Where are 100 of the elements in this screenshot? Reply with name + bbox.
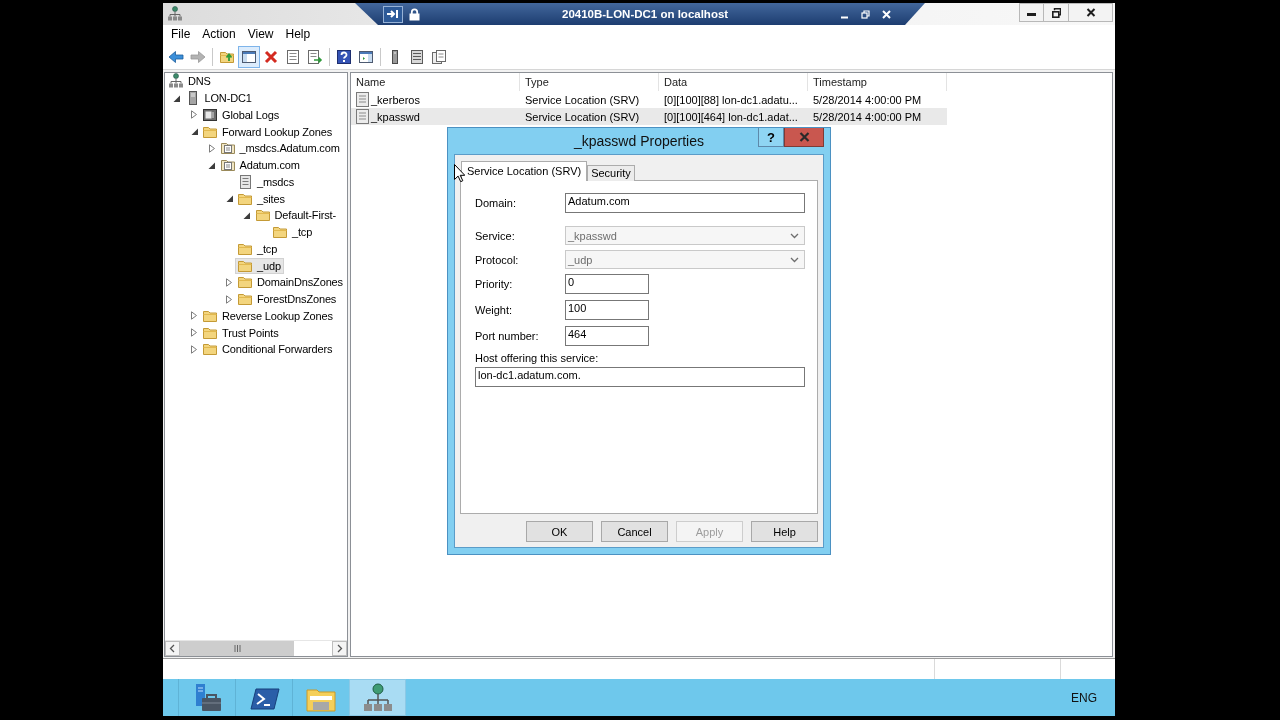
tree-item[interactable]: DomainDnsZones [235,274,346,291]
field-label: Protocol: [475,253,520,266]
caret-down-icon[interactable] [225,195,233,203]
minimize-button[interactable] [1019,3,1044,22]
tree-item[interactable]: _msdcs [235,173,297,190]
menu-item[interactable]: File [165,26,197,43]
table-cell-text: 5/28/2014 4:00:00 PM [812,92,923,108]
document-icon[interactable] [285,48,301,65]
folder-icon [272,224,288,241]
tree-item[interactable]: Reverse Lookup Zones [200,307,336,324]
table-cell: _kpasswd [371,110,420,123]
tree-item[interactable]: DNS [166,73,214,90]
tree-item[interactable]: Trust Points [200,324,282,341]
list-row[interactable]: _kerberos Service Location (SRV) [0][100][88] lon-dc1.adatu... 5/28/2014 4:00:00 PM [351,91,947,108]
caret-down-icon[interactable] [173,94,180,102]
back-arrow-icon[interactable] [168,48,184,65]
folder-icon [237,291,253,308]
restore-button[interactable] [1044,3,1069,22]
menu-item[interactable]: View [241,26,280,43]
text-field[interactable]: 0 [565,274,649,294]
document-icon [356,109,369,124]
column-header[interactable]: Type [520,73,659,91]
tab[interactable]: Service Location (SRV) [461,161,588,181]
list-row[interactable]: _kpasswd Service Location (SRV) [0][100][464] lon-dc1.adat... 5/28/2014 4:00:00 PM [351,108,947,125]
text-field[interactable]: 100 [565,300,649,320]
table-cell: _kerberos [371,93,420,106]
grip-icon [233,645,241,652]
window-right-pane-icon[interactable] [358,48,374,65]
table-cell-text: [0][100][88] lon-dc1.adatu... [663,92,799,108]
dialog-button[interactable]: Help [751,521,818,542]
network-tree-icon [167,6,183,22]
column-header[interactable]: Data [659,73,808,91]
dialog-button[interactable]: OK [526,521,593,542]
chevron-right-icon[interactable] [332,641,347,656]
column-header[interactable]: Name [351,73,520,91]
caret-right-icon[interactable] [191,344,197,354]
tree-item[interactable]: _udp [235,257,284,274]
text-field[interactable]: Adatum.com [565,193,805,213]
tree-item[interactable]: _sites [235,190,288,207]
column-header[interactable]: Timestamp [808,73,947,91]
caret-right-icon[interactable] [191,328,197,338]
table-cell-text: Service Location (SRV) [524,109,641,125]
window-left-pane-icon[interactable] [238,45,260,68]
field-label: Port number: [475,330,540,342]
caret-down-icon[interactable] [190,128,198,136]
caret-right-icon[interactable] [226,294,232,304]
dialog-title: _kpasswd Properties [574,133,704,149]
chevron-down-icon [790,232,799,239]
tree-item[interactable]: Global Logs [200,106,283,123]
chevron-down-icon [790,256,799,263]
caret-right-icon[interactable] [191,311,197,321]
dialog-button[interactable]: Cancel [601,521,668,542]
document-list-icon[interactable] [409,48,425,65]
caret-right-icon[interactable] [191,110,197,120]
tree-item[interactable]: Default-First- [252,207,339,224]
field-label: Priority: [475,278,514,290]
text-field[interactable]: 464 [565,326,649,346]
tree-item[interactable]: ForestDnsZones [235,291,340,308]
taskbar-button[interactable] [349,679,406,716]
help-button[interactable]: ? [758,128,784,147]
caret-down-icon[interactable] [208,161,215,169]
caret-right-icon[interactable] [226,277,232,287]
close-icon [1085,8,1096,17]
menu-item[interactable]: Action [196,26,242,43]
language-indicator[interactable]: ENG [1071,690,1097,705]
table-cell-text: [0][100][464] lon-dc1.adat... [663,109,799,125]
field-label: Service: [475,229,516,242]
field-label: Weight: [475,304,514,316]
close-button[interactable] [1069,3,1113,22]
restore-icon [1051,7,1061,18]
tree-item[interactable]: _msdcs.Adatum.com [217,140,343,157]
documents-icon[interactable] [431,48,447,65]
tree-item[interactable]: Adatum.com [217,157,303,174]
folder-document-icon [219,157,236,174]
scrollbar-thumb[interactable] [180,641,294,656]
chevron-left-icon[interactable] [165,641,180,656]
tree-item[interactable]: Forward Lookup Zones [200,123,336,140]
table-cell-text: Service Location (SRV) [524,92,641,108]
document-box-icon [202,106,218,123]
table-cell-text: 5/28/2014 4:00:00 PM [812,109,923,125]
folder-document-icon [219,140,236,157]
caret-right-icon[interactable] [208,143,215,153]
caret-down-icon[interactable] [243,211,250,219]
pin-button[interactable] [383,5,403,23]
document-icon [237,173,253,190]
delete-icon[interactable] [263,48,279,65]
document-arrow-icon[interactable] [307,48,323,65]
document-icon [356,92,369,107]
tab[interactable]: Security [587,165,635,181]
close-icon[interactable] [882,9,891,19]
text-field[interactable]: lon-dc1.adatum.com. [475,367,805,387]
restore-icon[interactable] [861,9,870,19]
tree-item[interactable]: LON-DC1 [182,90,255,107]
tree-item[interactable]: _tcp [235,240,281,257]
window-title: 20410B-LON-DC1 on localhost [562,8,729,20]
tree-item[interactable]: _tcp [270,224,316,241]
folder-icon [254,207,271,224]
menu-item[interactable]: Help [279,26,317,43]
help-icon[interactable] [336,48,352,65]
tree-item[interactable]: Conditional Forwarders [200,341,336,358]
